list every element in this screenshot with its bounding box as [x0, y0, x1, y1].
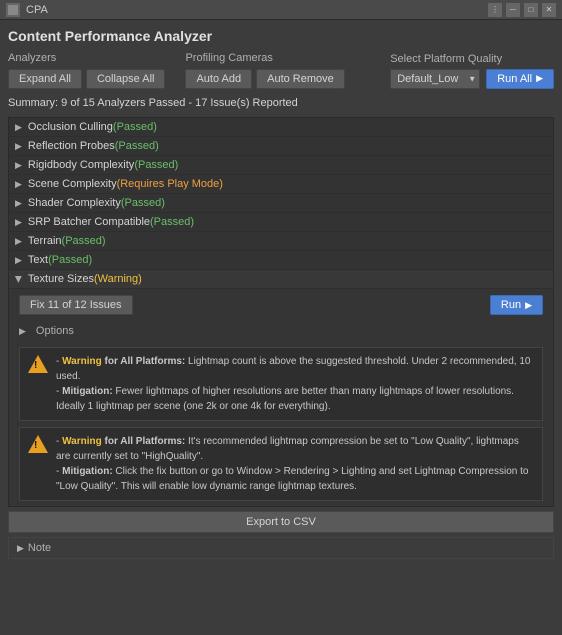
expand-all-button[interactable]: Expand All [8, 69, 82, 89]
status-badge: (Requires Play Mode) [117, 178, 223, 190]
minimize-button[interactable]: ─ [506, 3, 520, 17]
platform-select[interactable]: Default_Low [390, 69, 480, 89]
platform-label: Select Platform Quality [390, 53, 502, 65]
note-chevron-icon: ▶ [17, 543, 24, 554]
status-badge: (Passed) [115, 140, 159, 152]
warning-icon-2: ! [28, 434, 48, 454]
cpa-icon [6, 3, 20, 17]
options-text: Options [36, 325, 74, 337]
warning-text-2: - Warning for All Platforms: It's recomm… [56, 434, 534, 494]
chevron-icon: ▶ [15, 122, 22, 133]
analyzer-row-reflection[interactable]: ▶ Reflection Probes (Passed) [9, 137, 553, 156]
export-button[interactable]: Export to CSV [8, 511, 554, 533]
options-label: ▶ Options [19, 325, 543, 337]
status-badge: (Passed) [62, 235, 106, 247]
analyzer-row-terrain[interactable]: ▶ Terrain (Passed) [9, 232, 553, 251]
auto-add-button[interactable]: Auto Add [185, 69, 252, 89]
chevron-icon: ▶ [15, 236, 22, 247]
analyzer-name: SRP Batcher Compatible [28, 216, 150, 228]
analyzer-row-occlusion[interactable]: ▶ Occlusion Culling (Passed) [9, 118, 553, 137]
app-title: Content Performance Analyzer [8, 28, 554, 44]
analyzers-section: Analyzers Expand All Collapse All [8, 52, 165, 89]
status-badge: (Passed) [48, 254, 92, 266]
collapse-all-button[interactable]: Collapse All [86, 69, 165, 89]
maximize-button[interactable]: □ [524, 3, 538, 17]
analyzers-label: Analyzers [8, 52, 165, 64]
analyzer-row-shader[interactable]: ▶ Shader Complexity (Passed) [9, 194, 553, 213]
main-content: Content Performance Analyzer Analyzers E… [0, 20, 562, 567]
status-badge: (Passed) [134, 159, 178, 171]
analyzer-name: Shader Complexity [28, 197, 121, 209]
analyzer-row-scene[interactable]: ▶ Scene Complexity (Requires Play Mode) [9, 175, 553, 194]
platform-section: Select Platform Quality Default_Low Run … [390, 53, 554, 89]
note-label: Note [28, 542, 51, 554]
profiling-buttons: Auto Add Auto Remove [185, 69, 344, 89]
status-badge: (Passed) [150, 216, 194, 228]
chevron-down-icon: ▶ [13, 276, 24, 283]
platform-select-wrapper: Default_Low [390, 69, 480, 89]
analyzer-row-srp[interactable]: ▶ SRP Batcher Compatible (Passed) [9, 213, 553, 232]
summary-bar: Summary: 9 of 15 Analyzers Passed - 17 I… [8, 93, 554, 113]
fix-row: Fix 11 of 12 Issues Run [19, 295, 543, 315]
close-button[interactable]: ✕ [542, 3, 556, 17]
content-area[interactable]: ▶ Occlusion Culling (Passed) ▶ Reflectio… [8, 117, 554, 507]
analyzer-name: Scene Complexity [28, 178, 117, 190]
profiling-section: Profiling Cameras Auto Add Auto Remove [185, 52, 344, 89]
status-badge: (Passed) [113, 121, 157, 133]
title-bar: CPA ⋮ ─ □ ✕ [0, 0, 562, 20]
options-row: ▶ Options [19, 321, 543, 341]
title-bar-title: CPA [26, 4, 48, 16]
run-all-label: Run All [497, 73, 532, 85]
analyzer-name: Text [28, 254, 48, 266]
chevron-icon: ▶ [15, 198, 22, 209]
chevron-icon: ▶ [15, 141, 22, 152]
toolbar: Analyzers Expand All Collapse All Profil… [8, 52, 554, 89]
analyzer-name: Rigidbody Complexity [28, 159, 134, 171]
profiling-label: Profiling Cameras [185, 52, 344, 64]
analyzer-name: Terrain [28, 235, 62, 247]
analyzer-row-rigidbody[interactable]: ▶ Rigidbody Complexity (Passed) [9, 156, 553, 175]
summary-text: Summary: 9 of 15 Analyzers Passed - 17 I… [8, 97, 298, 109]
run-all-button[interactable]: Run All [486, 69, 554, 89]
chevron-icon: ▶ [15, 255, 22, 266]
platform-row: Default_Low Run All [390, 69, 554, 89]
analyzer-row-texture[interactable]: ▶ Texture Sizes (Warning) [9, 270, 553, 289]
warning-text-1: - Warning for All Platforms: Lightmap co… [56, 354, 534, 414]
fix-button[interactable]: Fix 11 of 12 Issues [19, 295, 133, 315]
warning-icon-1: ! [28, 354, 48, 374]
menu-button[interactable]: ⋮ [488, 3, 502, 17]
analyzer-name: Occlusion Culling [28, 121, 113, 133]
analyzer-name: Texture Sizes [28, 273, 94, 285]
title-bar-controls: ⋮ ─ □ ✕ [488, 3, 556, 17]
chevron-icon: ▶ [15, 160, 22, 171]
analyzer-row-text[interactable]: ▶ Text (Passed) [9, 251, 553, 270]
note-row: ▶ Note [8, 537, 554, 559]
analyzer-name: Reflection Probes [28, 140, 115, 152]
texture-expanded-section: Fix 11 of 12 Issues Run ▶ Options ! [9, 289, 553, 507]
auto-remove-button[interactable]: Auto Remove [256, 69, 345, 89]
run-label: Run [501, 299, 521, 311]
status-badge: (Warning) [94, 273, 142, 285]
warning-box-1: ! - Warning for All Platforms: Lightmap … [19, 347, 543, 421]
bottom-section: Export to CSV ▶ Note [8, 511, 554, 559]
run-button[interactable]: Run [490, 295, 543, 315]
warning-box-2: ! - Warning for All Platforms: It's reco… [19, 427, 543, 501]
chevron-icon: ▶ [15, 179, 22, 190]
status-badge: (Passed) [121, 197, 165, 209]
options-chevron: ▶ [19, 326, 26, 337]
title-bar-left: CPA [6, 3, 48, 17]
chevron-icon: ▶ [15, 217, 22, 228]
analyzers-buttons: Expand All Collapse All [8, 69, 165, 89]
